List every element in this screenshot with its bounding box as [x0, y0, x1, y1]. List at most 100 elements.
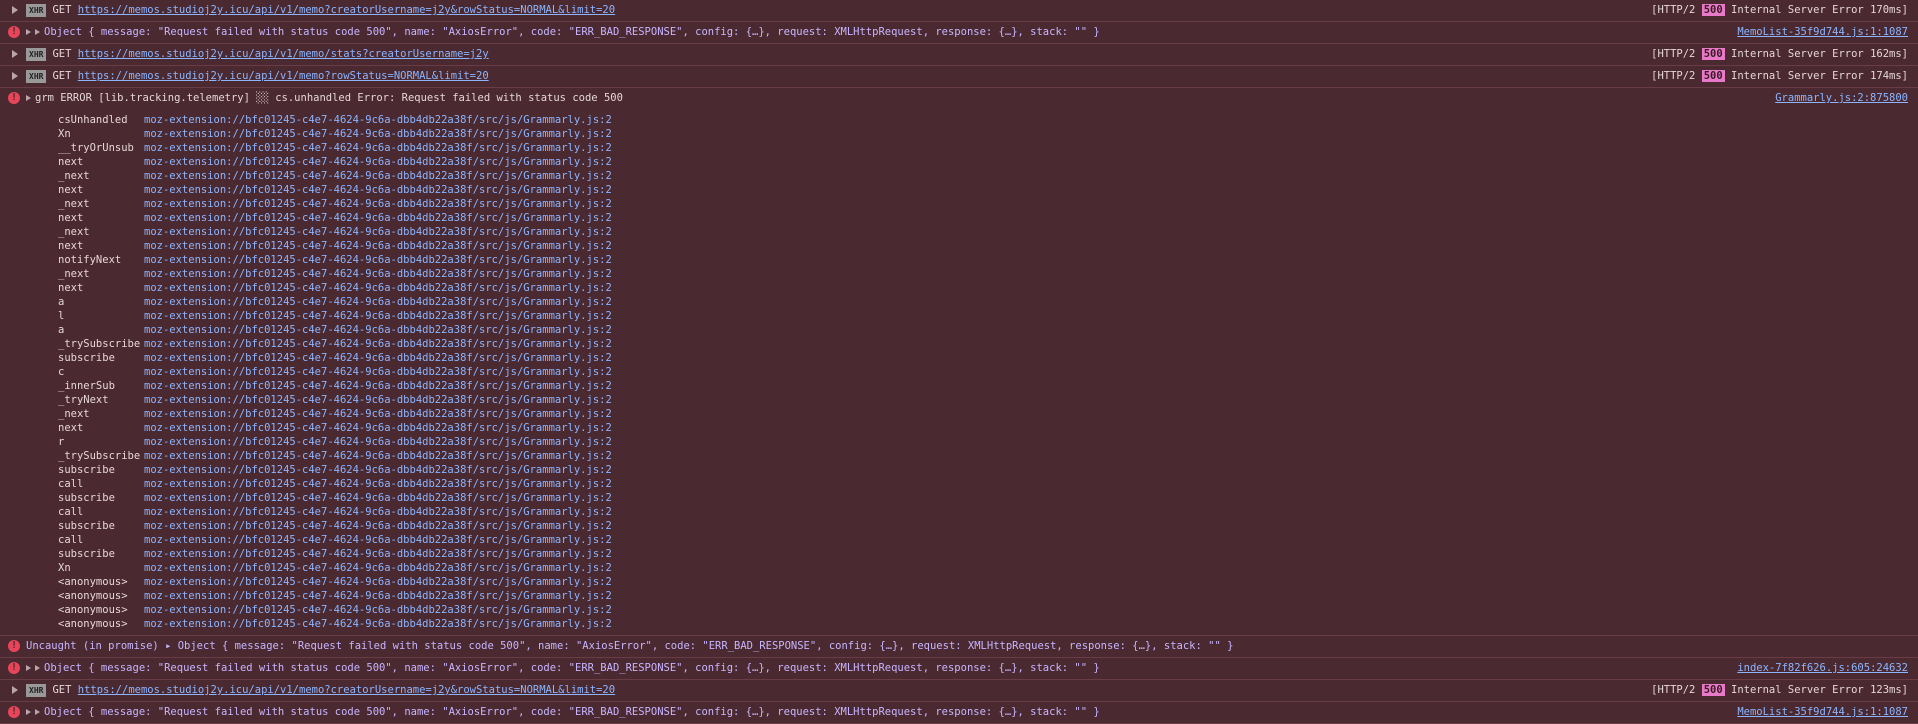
frame-location-link[interactable]: moz-extension://bfc01245-c4e7-4624-9c6a-… [144, 505, 612, 519]
stack-frame[interactable]: next moz-extension://bfc01245-c4e7-4624-9… [58, 183, 1918, 197]
frame-location-link[interactable]: moz-extension://bfc01245-c4e7-4624-9c6a-… [144, 281, 612, 295]
error-log-row[interactable]: ! Object { message: "Request failed with … [0, 702, 1918, 724]
frame-location-link[interactable]: moz-extension://bfc01245-c4e7-4624-9c6a-… [144, 589, 612, 603]
frame-location-link[interactable]: moz-extension://bfc01245-c4e7-4624-9c6a-… [144, 253, 612, 267]
expand-toggle-icon[interactable] [26, 29, 31, 35]
request-url-link[interactable]: https://memos.studioj2y.icu/api/v1/memo?… [78, 4, 615, 16]
frame-location-link[interactable]: moz-extension://bfc01245-c4e7-4624-9c6a-… [144, 141, 612, 155]
frame-location-link[interactable]: moz-extension://bfc01245-c4e7-4624-9c6a-… [144, 225, 612, 239]
frame-location-link[interactable]: moz-extension://bfc01245-c4e7-4624-9c6a-… [144, 295, 612, 309]
stack-frame[interactable]: subscribe moz-extension://bfc01245-c4e7-4… [58, 351, 1918, 365]
frame-location-link[interactable]: moz-extension://bfc01245-c4e7-4624-9c6a-… [144, 477, 612, 491]
frame-location-link[interactable]: moz-extension://bfc01245-c4e7-4624-9c6a-… [144, 127, 612, 141]
stack-frame[interactable]: l moz-extension://bfc01245-c4e7-4624-9c6a… [58, 309, 1918, 323]
frame-location-link[interactable]: moz-extension://bfc01245-c4e7-4624-9c6a-… [144, 379, 612, 393]
stack-frame[interactable]: <anonymous> moz-extension://bfc01245-c4e7… [58, 589, 1918, 603]
frame-location-link[interactable]: moz-extension://bfc01245-c4e7-4624-9c6a-… [144, 463, 612, 477]
frame-location-link[interactable]: moz-extension://bfc01245-c4e7-4624-9c6a-… [144, 211, 612, 225]
xhr-log-row[interactable]: XHR GET https://memos.studioj2y.icu/api/v… [0, 0, 1918, 22]
expand-toggle-icon[interactable] [26, 709, 31, 715]
stack-frame[interactable]: call moz-extension://bfc01245-c4e7-4624-9… [58, 477, 1918, 491]
stack-frame[interactable]: next moz-extension://bfc01245-c4e7-4624-9… [58, 281, 1918, 295]
stack-frame[interactable]: next moz-extension://bfc01245-c4e7-4624-9… [58, 211, 1918, 225]
request-url-link[interactable]: https://memos.studioj2y.icu/api/v1/memo?… [78, 684, 615, 696]
xhr-log-row[interactable]: XHR GET https://memos.studioj2y.icu/api/v… [0, 66, 1918, 88]
stack-frame[interactable]: call moz-extension://bfc01245-c4e7-4624-9… [58, 533, 1918, 547]
frame-location-link[interactable]: moz-extension://bfc01245-c4e7-4624-9c6a-… [144, 449, 612, 463]
frame-location-link[interactable]: moz-extension://bfc01245-c4e7-4624-9c6a-… [144, 435, 612, 449]
frame-location-link[interactable]: moz-extension://bfc01245-c4e7-4624-9c6a-… [144, 575, 612, 589]
stack-frame[interactable]: _trySubscribe moz-extension://bfc01245-c4… [58, 449, 1918, 463]
stack-frame[interactable]: subscribe moz-extension://bfc01245-c4e7-4… [58, 463, 1918, 477]
expand-object-icon[interactable] [35, 29, 40, 35]
expand-toggle-icon[interactable] [12, 50, 18, 58]
stack-frame[interactable]: __tryOrUnsub moz-extension://bfc01245-c4e… [58, 141, 1918, 155]
xhr-log-row[interactable]: XHR GET https://memos.studioj2y.icu/api/v… [0, 44, 1918, 66]
stack-frame[interactable]: a moz-extension://bfc01245-c4e7-4624-9c6a… [58, 295, 1918, 309]
stack-frame[interactable]: _next moz-extension://bfc01245-c4e7-4624-… [58, 267, 1918, 281]
frame-location-link[interactable]: moz-extension://bfc01245-c4e7-4624-9c6a-… [144, 183, 612, 197]
frame-location-link[interactable]: moz-extension://bfc01245-c4e7-4624-9c6a-… [144, 197, 612, 211]
frame-location-link[interactable]: moz-extension://bfc01245-c4e7-4624-9c6a-… [144, 491, 612, 505]
frame-location-link[interactable]: moz-extension://bfc01245-c4e7-4624-9c6a-… [144, 323, 612, 337]
error-log-row[interactable]: ! Object { message: "Request failed with … [0, 22, 1918, 44]
frame-location-link[interactable]: moz-extension://bfc01245-c4e7-4624-9c6a-… [144, 603, 612, 617]
stack-frame[interactable]: <anonymous> moz-extension://bfc01245-c4e7… [58, 575, 1918, 589]
stack-frame[interactable]: subscribe moz-extension://bfc01245-c4e7-4… [58, 491, 1918, 505]
frame-location-link[interactable]: moz-extension://bfc01245-c4e7-4624-9c6a-… [144, 267, 612, 281]
source-link[interactable]: index-7f82f626.js:605:24632 [1737, 658, 1908, 679]
stack-frame[interactable]: Xn moz-extension://bfc01245-c4e7-4624-9c6… [58, 561, 1918, 575]
expand-toggle-icon[interactable] [12, 72, 18, 80]
stack-frame[interactable]: _next moz-extension://bfc01245-c4e7-4624-… [58, 407, 1918, 421]
stack-frame[interactable]: call moz-extension://bfc01245-c4e7-4624-9… [58, 505, 1918, 519]
stack-frame[interactable]: _next moz-extension://bfc01245-c4e7-4624-… [58, 197, 1918, 211]
stack-frame[interactable]: <anonymous> moz-extension://bfc01245-c4e7… [58, 617, 1918, 631]
expand-toggle-icon[interactable] [12, 686, 18, 694]
stack-frame[interactable]: _tryNext moz-extension://bfc01245-c4e7-46… [58, 393, 1918, 407]
stack-frame[interactable]: next moz-extension://bfc01245-c4e7-4624-9… [58, 155, 1918, 169]
request-url-link[interactable]: https://memos.studioj2y.icu/api/v1/memo?… [78, 70, 489, 82]
expand-object-icon[interactable] [35, 665, 40, 671]
stack-frame[interactable]: _next moz-extension://bfc01245-c4e7-4624-… [58, 225, 1918, 239]
source-link[interactable]: MemoList-35f9d744.js:1:1087 [1737, 702, 1908, 723]
source-link[interactable]: MemoList-35f9d744.js:1:1087 [1737, 22, 1908, 43]
frame-location-link[interactable]: moz-extension://bfc01245-c4e7-4624-9c6a-… [144, 155, 612, 169]
frame-location-link[interactable]: moz-extension://bfc01245-c4e7-4624-9c6a-… [144, 365, 612, 379]
request-url-link[interactable]: https://memos.studioj2y.icu/api/v1/memo/… [78, 48, 489, 60]
frame-location-link[interactable]: moz-extension://bfc01245-c4e7-4624-9c6a-… [144, 547, 612, 561]
frame-location-link[interactable]: moz-extension://bfc01245-c4e7-4624-9c6a-… [144, 113, 612, 127]
frame-location-link[interactable]: moz-extension://bfc01245-c4e7-4624-9c6a-… [144, 309, 612, 323]
stack-frame[interactable]: Xn moz-extension://bfc01245-c4e7-4624-9c6… [58, 127, 1918, 141]
frame-location-link[interactable]: moz-extension://bfc01245-c4e7-4624-9c6a-… [144, 617, 612, 631]
stack-frame[interactable]: c moz-extension://bfc01245-c4e7-4624-9c6a… [58, 365, 1918, 379]
frame-location-link[interactable]: moz-extension://bfc01245-c4e7-4624-9c6a-… [144, 239, 612, 253]
stack-frame[interactable]: _trySubscribe moz-extension://bfc01245-c4… [58, 337, 1918, 351]
stack-frame[interactable]: a moz-extension://bfc01245-c4e7-4624-9c6a… [58, 323, 1918, 337]
expand-toggle-icon[interactable] [12, 6, 18, 14]
expand-toggle-icon[interactable] [26, 95, 31, 101]
stack-frame[interactable]: next moz-extension://bfc01245-c4e7-4624-9… [58, 239, 1918, 253]
uncaught-error-row[interactable]: ! Uncaught (in promise) ▸ Object { messag… [0, 636, 1918, 658]
source-link[interactable]: Grammarly.js:2:875800 [1775, 88, 1908, 109]
frame-location-link[interactable]: moz-extension://bfc01245-c4e7-4624-9c6a-… [144, 561, 612, 575]
stack-frame[interactable]: next moz-extension://bfc01245-c4e7-4624-9… [58, 421, 1918, 435]
error-log-row[interactable]: ! Object { message: "Request failed with … [0, 658, 1918, 680]
stack-frame[interactable]: _innerSub moz-extension://bfc01245-c4e7-4… [58, 379, 1918, 393]
frame-location-link[interactable]: moz-extension://bfc01245-c4e7-4624-9c6a-… [144, 337, 612, 351]
stack-frame[interactable]: <anonymous> moz-extension://bfc01245-c4e7… [58, 603, 1918, 617]
frame-location-link[interactable]: moz-extension://bfc01245-c4e7-4624-9c6a-… [144, 407, 612, 421]
frame-location-link[interactable]: moz-extension://bfc01245-c4e7-4624-9c6a-… [144, 169, 612, 183]
stack-frame[interactable]: _next moz-extension://bfc01245-c4e7-4624-… [58, 169, 1918, 183]
frame-location-link[interactable]: moz-extension://bfc01245-c4e7-4624-9c6a-… [144, 519, 612, 533]
stack-frame[interactable]: notifyNext moz-extension://bfc01245-c4e7-… [58, 253, 1918, 267]
stack-frame[interactable]: subscribe moz-extension://bfc01245-c4e7-4… [58, 547, 1918, 561]
frame-location-link[interactable]: moz-extension://bfc01245-c4e7-4624-9c6a-… [144, 421, 612, 435]
frame-location-link[interactable]: moz-extension://bfc01245-c4e7-4624-9c6a-… [144, 393, 612, 407]
frame-location-link[interactable]: moz-extension://bfc01245-c4e7-4624-9c6a-… [144, 533, 612, 547]
expand-toggle-icon[interactable] [26, 665, 31, 671]
stack-frame[interactable]: r moz-extension://bfc01245-c4e7-4624-9c6a… [58, 435, 1918, 449]
frame-location-link[interactable]: moz-extension://bfc01245-c4e7-4624-9c6a-… [144, 351, 612, 365]
xhr-log-row[interactable]: XHR GET https://memos.studioj2y.icu/api/v… [0, 680, 1918, 702]
stack-frame[interactable]: csUnhandled moz-extension://bfc01245-c4e7… [58, 113, 1918, 127]
expand-object-icon[interactable] [35, 709, 40, 715]
